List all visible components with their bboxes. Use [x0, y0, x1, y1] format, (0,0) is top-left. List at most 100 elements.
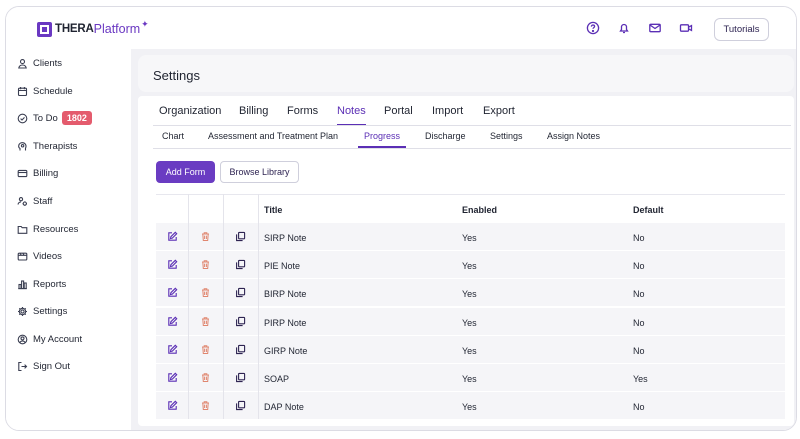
- column-header-enabled[interactable]: Enabled: [462, 205, 497, 215]
- sidebar-item-billing[interactable]: Billing: [17, 165, 58, 181]
- copy-icon[interactable]: [235, 259, 246, 270]
- video-icon[interactable]: [679, 21, 693, 35]
- sign-out-icon: [17, 361, 28, 372]
- reports-icon: [17, 279, 28, 290]
- column-header-default[interactable]: Default: [633, 205, 664, 215]
- help-icon[interactable]: [586, 21, 600, 35]
- copy-icon[interactable]: [235, 400, 246, 411]
- cell-default: No: [633, 261, 645, 272]
- sidebar-item-therapists[interactable]: Therapists: [17, 138, 77, 154]
- table-header: Title Enabled Default: [156, 194, 785, 222]
- subtab-discharge[interactable]: Discharge: [425, 131, 466, 141]
- subtab-chart[interactable]: Chart: [162, 131, 184, 141]
- cell-title: DAP Note: [264, 402, 304, 413]
- cell-default: No: [633, 402, 645, 413]
- column-divider: [223, 194, 224, 419]
- page-title: Settings: [153, 68, 200, 83]
- cell-enabled: Yes: [462, 289, 477, 300]
- add-form-button[interactable]: Add Form: [156, 161, 215, 183]
- subtab-assessment-treatment-plan[interactable]: Assessment and Treatment Plan: [208, 131, 338, 141]
- sidebar-item-resources[interactable]: Resources: [17, 221, 78, 237]
- trash-icon[interactable]: [200, 344, 211, 355]
- table-row: PIRP Note Yes No: [156, 306, 785, 335]
- divider: [153, 148, 791, 149]
- edit-icon[interactable]: [167, 259, 178, 270]
- clients-icon: [17, 58, 28, 69]
- sidebar-item-videos[interactable]: Videos: [17, 248, 62, 264]
- tutorials-button[interactable]: Tutorials: [714, 18, 769, 41]
- bell-icon[interactable]: [617, 21, 631, 35]
- copy-icon[interactable]: [235, 344, 246, 355]
- trash-icon[interactable]: [200, 400, 211, 411]
- copy-icon[interactable]: [235, 231, 246, 242]
- subtab-progress[interactable]: Progress: [364, 131, 400, 141]
- sidebar-item-clients[interactable]: Clients: [17, 55, 62, 71]
- table-row: BIRP Note Yes No: [156, 278, 785, 307]
- edit-icon[interactable]: [167, 287, 178, 298]
- edit-icon[interactable]: [167, 316, 178, 327]
- trash-icon[interactable]: [200, 287, 211, 298]
- edit-icon[interactable]: [167, 231, 178, 242]
- trash-icon[interactable]: [200, 316, 211, 327]
- cell-enabled: Yes: [462, 317, 477, 328]
- sidebar-item-staff[interactable]: Staff: [17, 193, 52, 209]
- logo[interactable]: THERA Platform ✦: [37, 19, 149, 39]
- sidebar-item-label: Staff: [33, 195, 53, 207]
- edit-icon[interactable]: [167, 344, 178, 355]
- subtab-assign-notes[interactable]: Assign Notes: [547, 131, 600, 141]
- subtab-settings[interactable]: Settings: [490, 131, 523, 141]
- tab-notes[interactable]: Notes: [337, 105, 366, 117]
- sidebar-item-schedule[interactable]: Schedule: [17, 83, 73, 99]
- cell-default: No: [633, 317, 645, 328]
- sidebar-item-settings[interactable]: Settings: [17, 303, 67, 319]
- cell-enabled: Yes: [462, 374, 477, 384]
- edit-icon[interactable]: [167, 400, 178, 411]
- tab-organization[interactable]: Organization: [159, 105, 221, 117]
- cell-enabled: Yes: [462, 233, 477, 243]
- sidebar-item-label: Settings: [33, 305, 68, 317]
- sidebar-item-label: To Do: [33, 112, 58, 124]
- cell-enabled: Yes: [462, 402, 477, 413]
- tab-import[interactable]: Import: [432, 105, 463, 117]
- folder-icon: [17, 224, 28, 235]
- check-circle-icon: [17, 113, 28, 124]
- logo-text-thera: THERA: [55, 23, 94, 35]
- cell-title: BIRP Note: [264, 289, 307, 300]
- copy-icon[interactable]: [235, 372, 246, 383]
- account-icon: [17, 334, 28, 345]
- sidebar-item-sign-out[interactable]: Sign Out: [17, 358, 70, 374]
- staff-icon: [17, 196, 28, 207]
- tab-forms[interactable]: Forms: [287, 105, 318, 117]
- sidebar-item-todo[interactable]: To Do 1802: [17, 110, 92, 126]
- edit-icon[interactable]: [167, 372, 178, 383]
- browse-library-button[interactable]: Browse Library: [220, 161, 299, 183]
- cell-title: GIRP Note: [264, 345, 308, 356]
- column-header-title[interactable]: Title: [264, 205, 282, 215]
- copy-icon[interactable]: [235, 287, 246, 298]
- todo-count-badge: 1802: [61, 111, 92, 125]
- trash-icon[interactable]: [200, 259, 211, 270]
- tab-portal[interactable]: Portal: [384, 105, 413, 117]
- column-divider: [188, 194, 189, 419]
- sidebar-item-my-account[interactable]: My Account: [17, 331, 82, 347]
- settings-panel: Organization Billing Forms Notes Portal …: [138, 96, 794, 426]
- app-window: THERA Platform ✦ Tutorials Clients Sched…: [5, 6, 797, 431]
- cell-enabled: Yes: [462, 345, 477, 356]
- trash-icon[interactable]: [200, 372, 211, 383]
- cell-enabled: Yes: [462, 261, 477, 272]
- logo-mark-icon: [37, 21, 52, 37]
- tab-billing[interactable]: Billing: [239, 105, 268, 117]
- sidebar-item-label: Sign Out: [33, 360, 70, 372]
- sidebar-item-label: Billing: [33, 167, 59, 179]
- sidebar-item-reports[interactable]: Reports: [17, 276, 66, 292]
- mail-icon[interactable]: [648, 21, 662, 35]
- calendar-icon: [17, 86, 28, 97]
- column-divider: [258, 194, 259, 419]
- billing-icon: [17, 168, 28, 179]
- trash-icon[interactable]: [200, 231, 211, 242]
- cell-default: No: [633, 289, 645, 300]
- copy-icon[interactable]: [235, 316, 246, 327]
- sidebar: Clients Schedule To Do 1802 Therapists B…: [6, 49, 131, 430]
- therapist-icon: [17, 141, 28, 152]
- tab-export[interactable]: Export: [483, 105, 515, 117]
